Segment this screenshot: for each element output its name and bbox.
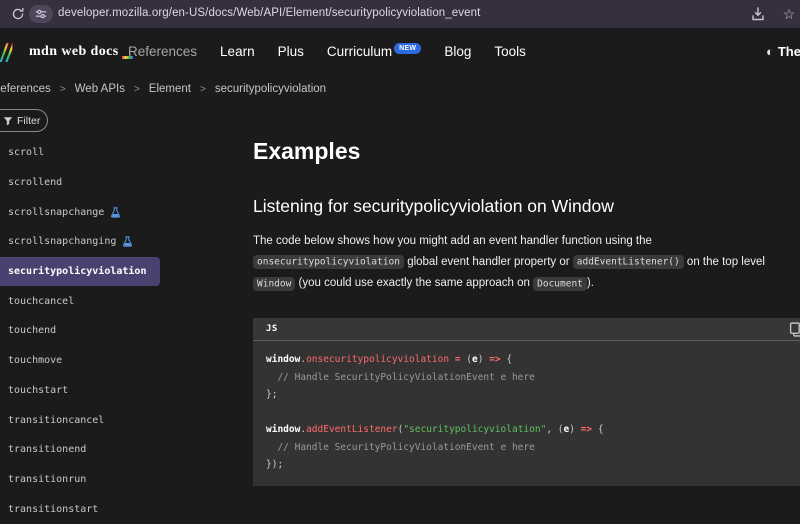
sidebar-item-label: touchmove [8, 355, 62, 366]
code-line: }); [266, 456, 800, 474]
theme-toggle-button[interactable]: ◐ Theme [766, 28, 800, 75]
sidebar-item-securitypolicyviolation[interactable]: securitypolicyviolation [0, 257, 160, 287]
sidebar-item-label: touchcancel [8, 296, 74, 307]
inline-code: Document [533, 277, 587, 291]
sidebar-item-scrollsnapchange[interactable]: scrollsnapchange [0, 197, 240, 227]
code-line: }; [266, 386, 800, 404]
experimental-flask-icon [122, 236, 133, 247]
address-bar-url[interactable]: developer.mozilla.org/en-US/docs/Web/API… [58, 7, 480, 19]
experimental-flask-icon [110, 207, 121, 218]
mdn-logo-text: mdn web docs [29, 44, 119, 60]
sidebar-item-label: transitioncancel [8, 415, 104, 426]
sidebar-item-label: scrollend [8, 177, 62, 188]
sidebar-item-touchcancel[interactable]: touchcancel [0, 286, 240, 316]
code-line [266, 404, 800, 422]
code-line: // Handle SecurityPolicyViolationEvent e… [266, 439, 800, 457]
breadcrumb-item[interactable]: securitypolicyviolation [215, 83, 326, 95]
sidebar-item-transitionstart[interactable]: transitionstart [0, 494, 240, 524]
code-line: // Handle SecurityPolicyViolationEvent e… [266, 369, 800, 387]
sidebar-item-scrollsnapchanging[interactable]: scrollsnapchanging [0, 227, 240, 257]
sidebar-item-label: touchend [8, 325, 56, 336]
sidebar-item-touchstart[interactable]: touchstart [0, 376, 240, 406]
sidebar-item-transitionrun[interactable]: transitionrun [0, 465, 240, 495]
sidebar-item-transitionend[interactable]: transitionend [0, 435, 240, 465]
theme-half-circle-icon: ◐ [766, 44, 774, 59]
main-nav: References Learn Plus CurriculumNEW Blog Tool… [128, 28, 526, 75]
browser-toolbar: developer.mozilla.org/en-US/docs/Web/API… [0, 0, 800, 28]
sidebar-item-label: scroll [8, 147, 44, 158]
filter-button-label: Filter [17, 115, 40, 127]
bookmark-star-icon[interactable]: ☆ [781, 6, 797, 22]
sidebar-item-transitioncancel[interactable]: transitioncancel [0, 405, 240, 435]
breadcrumb-item[interactable]: Element [149, 83, 191, 95]
breadcrumb-item[interactable]: References [0, 83, 51, 95]
mdn-logo-mark-icon [0, 43, 14, 62]
section-heading: Listening for securitypolicyviolation on… [253, 196, 614, 217]
sidebar-item-label: transitionstart [8, 504, 98, 515]
reload-icon[interactable] [11, 7, 25, 21]
breadcrumb-item[interactable]: Web APIs [75, 83, 125, 95]
sidebar-item-label: transitionend [8, 444, 86, 455]
sidebar-item-label: transitionrun [8, 474, 86, 485]
breadcrumb-separator: > [134, 84, 140, 95]
nav-item-blog[interactable]: Blog [444, 44, 471, 59]
sidebar-item-touchend[interactable]: touchend [0, 316, 240, 346]
code-line: window.addEventListener("securitypolicyv… [266, 421, 800, 439]
breadcrumb-separator: > [200, 84, 206, 95]
code-content: window.onsecuritypolicyviolation = (e) =… [253, 341, 800, 486]
mdn-header: mdn web docs References Learn Plus Curricul… [0, 28, 800, 75]
inline-code: addEventListener() [573, 255, 684, 269]
examples-heading: Examples [253, 138, 360, 165]
nav-item-references[interactable]: References [128, 44, 197, 59]
code-line: window.onsecuritypolicyviolation = (e) =… [266, 351, 800, 369]
nav-item-plus[interactable]: Plus [278, 44, 304, 59]
inline-code: Window [253, 277, 295, 291]
theme-toggle-label: Theme [778, 44, 800, 59]
save-page-icon[interactable] [750, 6, 766, 22]
tune-icon [35, 8, 47, 20]
code-block-header: JS [253, 318, 800, 341]
nav-item-curriculum[interactable]: CurriculumNEW [327, 44, 422, 60]
new-badge: NEW [394, 43, 421, 54]
sidebar-item-label: scrollsnapchanging [8, 236, 116, 247]
sidebar-item-label: touchstart [8, 385, 68, 396]
sidebar-item-label: securitypolicyviolation [8, 266, 146, 277]
code-language-label: JS [266, 324, 278, 334]
funnel-icon [3, 116, 13, 126]
sidebar-item-touchmove[interactable]: touchmove [0, 346, 240, 376]
mdn-logo[interactable]: mdn web docs [0, 41, 133, 63]
nav-item-learn[interactable]: Learn [220, 44, 255, 59]
sidebar-item-scroll[interactable]: scroll [0, 138, 240, 168]
site-info-button[interactable] [29, 5, 53, 23]
sidebar-item-label: scrollsnapchange [8, 207, 104, 218]
clipboard-icon [789, 322, 800, 337]
sidebar-event-list: scroll scrollend scrollsnapchange scrollsna… [0, 138, 240, 524]
intro-paragraph: The code below shows how you might add a… [253, 231, 800, 295]
sidebar-item-scrollend[interactable]: scrollend [0, 168, 240, 198]
copy-code-button[interactable] [789, 322, 800, 337]
code-example-block: JS window.onsecuritypolicyviolation = (e… [253, 318, 800, 486]
nav-item-tools[interactable]: Tools [494, 44, 526, 59]
filter-button[interactable]: Filter [0, 109, 48, 132]
breadcrumb-separator: > [60, 84, 66, 95]
breadcrumb: References > Web APIs > Element > securitypoli… [0, 75, 326, 103]
inline-code: onsecuritypolicyviolation [253, 255, 404, 269]
